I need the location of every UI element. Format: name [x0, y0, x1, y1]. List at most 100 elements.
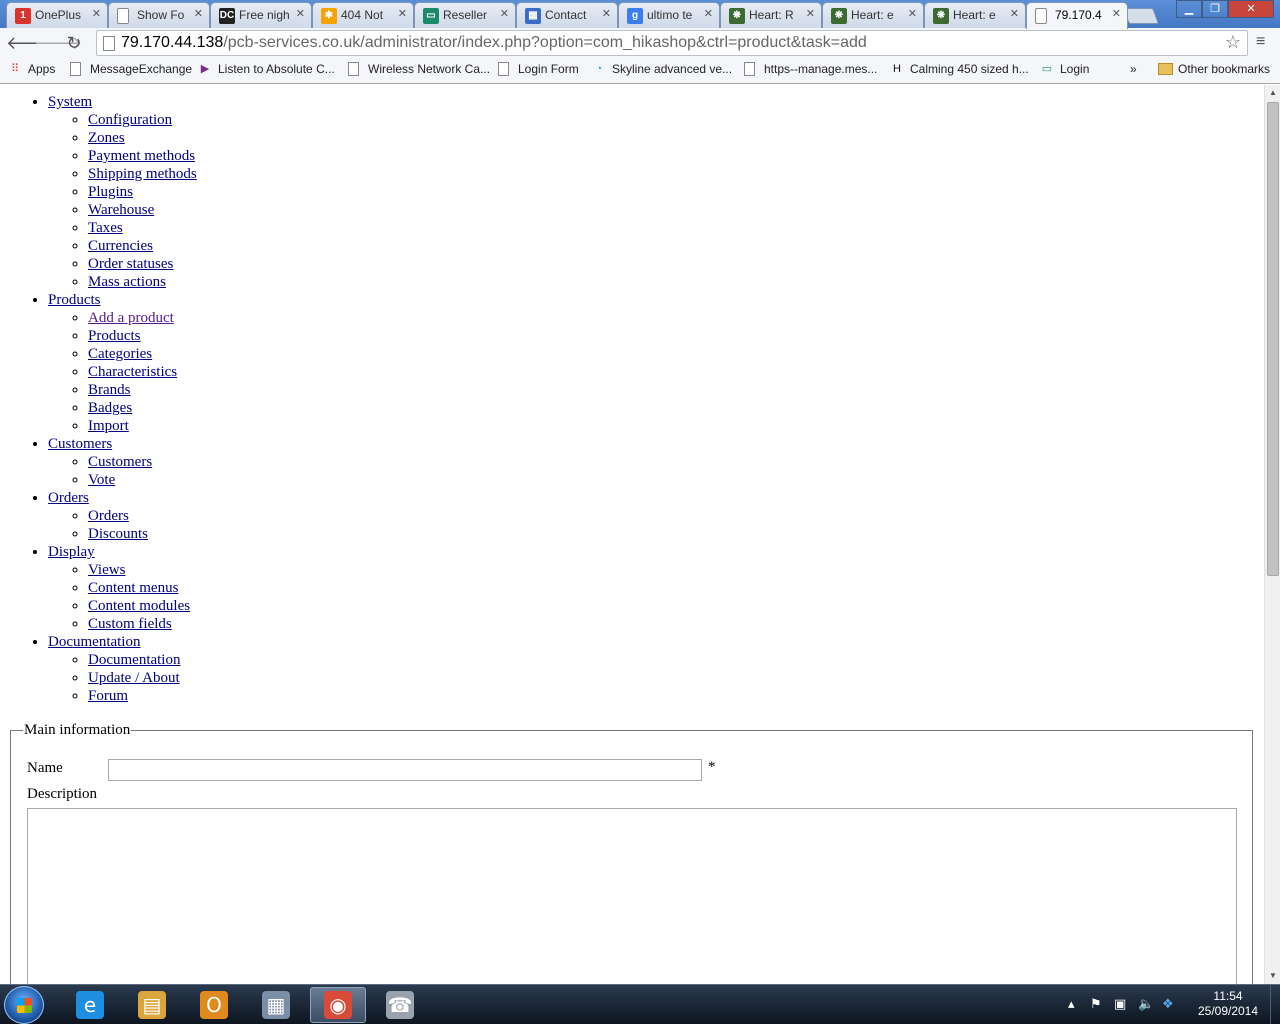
action-center-flag-icon[interactable]: ⚑ [1090, 997, 1102, 1012]
submenu-link[interactable]: Zones [88, 130, 125, 146]
submenu-link[interactable]: Taxes [88, 220, 123, 236]
menu-link[interactable]: Display [48, 544, 95, 560]
login-icon: ▭ [1041, 63, 1053, 75]
browser-tab[interactable]: DC Free nigh ✕ [210, 2, 312, 28]
submenu-link[interactable]: Content modules [88, 598, 190, 614]
submenu-link[interactable]: Badges [88, 400, 132, 416]
taskbar-app-chrome[interactable]: ◉ [310, 987, 366, 1023]
start-button[interactable] [4, 986, 44, 1024]
submenu-link[interactable]: Custom fields [88, 616, 172, 632]
description-textarea[interactable] [27, 808, 1237, 984]
chrome-menu-icon[interactable]: ≡ [1256, 33, 1265, 51]
bookmark-item[interactable]: H Calming 450 sized h... [890, 62, 1029, 76]
tab-close-icon[interactable]: ✕ [602, 7, 611, 20]
browser-tab[interactable]: ✱ 404 Not ✕ [312, 2, 414, 28]
forward-button[interactable]: 🡒 [34, 32, 82, 54]
back-button[interactable]: 🡐 [6, 32, 54, 54]
submenu-link[interactable]: Shipping methods [88, 166, 197, 182]
scroll-down-arrow-icon[interactable]: ▼ [1265, 968, 1280, 984]
browser-tab[interactable]: ▦ Contact ✕ [516, 2, 618, 28]
submenu-link[interactable]: Configuration [88, 112, 172, 128]
submenu-link[interactable]: Warehouse [88, 202, 154, 218]
browser-tab[interactable]: 1 OnePlus ✕ [6, 2, 108, 28]
scroll-up-arrow-icon[interactable]: ▲ [1265, 85, 1280, 101]
menu-link[interactable]: Orders [48, 490, 89, 506]
taskbar-app-outlook[interactable]: O [186, 987, 242, 1023]
tab-close-icon[interactable]: ✕ [1112, 7, 1121, 20]
menu-link[interactable]: Products [48, 292, 101, 308]
bookmark-item[interactable]: MessageExchange [70, 62, 192, 76]
close-window-button[interactable]: ✕ [1228, 0, 1274, 18]
bookmark-item[interactable]: ◔ Skyline advanced ve... [592, 62, 732, 76]
submenu-link[interactable]: Add a product [88, 310, 174, 326]
bookmark-item[interactable]: Login Form [498, 62, 579, 76]
taskbar-app-file-explorer[interactable]: ▤ [124, 987, 180, 1023]
browser-tab[interactable]: ▭ Reseller ✕ [414, 2, 516, 28]
menu-link[interactable]: Documentation [48, 634, 140, 650]
tab-close-icon[interactable]: ✕ [908, 7, 917, 20]
submenu-link[interactable]: Order statuses [88, 256, 173, 272]
taskbar-app-internet-explorer[interactable]: e [62, 987, 118, 1023]
tab-title: 79.170.4 [1055, 8, 1102, 22]
tray-expand-icon[interactable]: ▴ [1068, 997, 1075, 1012]
minimize-button[interactable]: ▁ [1176, 0, 1202, 18]
bookmark-label: https--manage.mes... [764, 62, 878, 76]
system-clock[interactable]: 11:54 25/09/2014 [1190, 989, 1266, 1019]
bookmark-item[interactable]: ⠿ Apps [8, 62, 55, 76]
submenu-link[interactable]: Forum [88, 688, 128, 704]
browser-tab[interactable]: ❋ Heart: e ✕ [822, 2, 924, 28]
tab-close-icon[interactable]: ✕ [1010, 7, 1019, 20]
volume-icon[interactable]: 🔈 [1138, 997, 1154, 1012]
submenu-link[interactable]: Products [88, 328, 141, 344]
browser-tab[interactable]: Show Fo ✕ [108, 2, 210, 28]
submenu-link[interactable]: Views [88, 562, 125, 578]
new-tab-button[interactable] [1123, 8, 1159, 24]
address-bar[interactable]: 79.170.44.138/pcb-services.co.uk/adminis… [96, 30, 1248, 56]
submenu-link[interactable]: Vote [88, 472, 115, 488]
submenu-link[interactable]: Documentation [88, 652, 180, 668]
submenu-link[interactable]: Customers [88, 454, 152, 470]
menu-link[interactable]: Customers [48, 436, 112, 452]
taskbar-app-phone[interactable]: ☎ [372, 987, 428, 1023]
maximize-button[interactable]: ❐ [1202, 0, 1228, 18]
submenu-link[interactable]: Import [88, 418, 129, 434]
tab-close-icon[interactable]: ✕ [704, 7, 713, 20]
dropbox-icon[interactable]: ❖ [1162, 997, 1174, 1012]
show-desktop-button[interactable] [1270, 985, 1280, 1024]
browser-tab[interactable]: g ultimo te ✕ [618, 2, 720, 28]
vertical-scrollbar[interactable]: ▲ ▼ [1264, 85, 1280, 984]
reload-button[interactable]: ↻ [63, 32, 85, 54]
tab-close-icon[interactable]: ✕ [806, 7, 815, 20]
submenu-link[interactable]: Discounts [88, 526, 148, 542]
bookmark-item[interactable]: Wireless Network Ca... [348, 62, 490, 76]
submenu-link[interactable]: Mass actions [88, 274, 166, 290]
network-icon[interactable]: ▣ [1114, 997, 1126, 1012]
taskbar-app-calculator[interactable]: ▦ [248, 987, 304, 1023]
other-bookmarks-folder[interactable]: Other bookmarks [1158, 62, 1270, 76]
product-name-input[interactable] [108, 759, 702, 781]
scroll-thumb[interactable] [1267, 102, 1279, 576]
bookmarks-overflow-button[interactable]: » [1130, 62, 1137, 76]
tab-close-icon[interactable]: ✕ [296, 7, 305, 20]
browser-tab[interactable]: 79.170.4 ✕ [1026, 2, 1128, 29]
tab-close-icon[interactable]: ✕ [92, 7, 101, 20]
tab-close-icon[interactable]: ✕ [500, 7, 509, 20]
bookmark-star-icon[interactable]: ☆ [1225, 32, 1241, 53]
submenu-link[interactable]: Categories [88, 346, 152, 362]
bookmark-item[interactable]: ▭ Login [1040, 62, 1090, 76]
bookmark-item[interactable]: ▶ Listen to Absolute C... [198, 62, 335, 76]
tab-close-icon[interactable]: ✕ [398, 7, 407, 20]
menu-link[interactable]: System [48, 94, 92, 110]
browser-tab[interactable]: ❋ Heart: e ✕ [924, 2, 1026, 28]
submenu-link[interactable]: Content menus [88, 580, 178, 596]
browser-tab[interactable]: ❋ Heart: R ✕ [720, 2, 822, 28]
submenu-link[interactable]: Currencies [88, 238, 153, 254]
submenu-link[interactable]: Orders [88, 508, 129, 524]
submenu-link[interactable]: Characteristics [88, 364, 177, 380]
bookmark-item[interactable]: https--manage.mes... [744, 62, 877, 76]
submenu-link[interactable]: Payment methods [88, 148, 195, 164]
tab-close-icon[interactable]: ✕ [194, 7, 203, 20]
submenu-link[interactable]: Plugins [88, 184, 133, 200]
submenu-link[interactable]: Brands [88, 382, 131, 398]
submenu-link[interactable]: Update / About [88, 670, 180, 686]
